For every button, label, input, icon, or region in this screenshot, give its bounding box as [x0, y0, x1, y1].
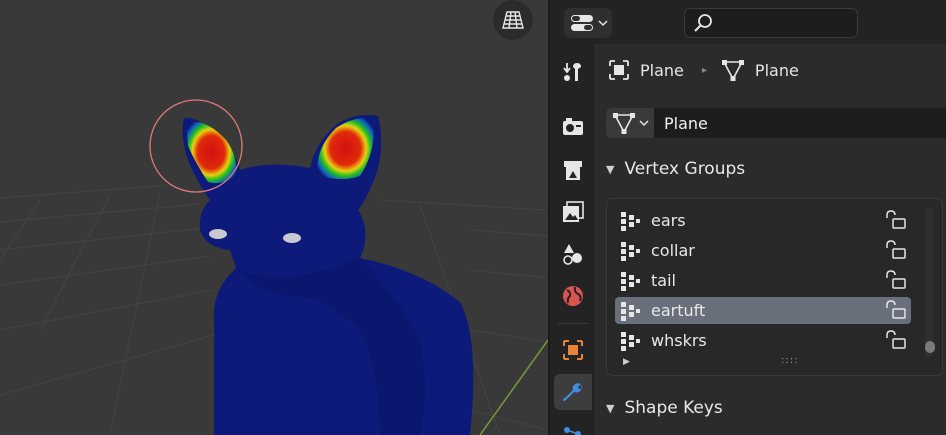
- collapse-triangle-icon: ▼: [606, 162, 615, 176]
- vertex-group-name: tail: [651, 271, 676, 290]
- lock-unlocked-icon[interactable]: [883, 270, 907, 290]
- properties-tabs: [550, 44, 594, 435]
- world-icon: [563, 286, 583, 306]
- render-icon: [563, 118, 583, 135]
- vertex-group-icon: [621, 241, 640, 261]
- vertex-group-name: whskrs: [651, 331, 707, 350]
- mesh-data-icon: [721, 60, 744, 81]
- breadcrumb: Plane ▸ Plane: [594, 44, 946, 96]
- vertex-group-icon: [621, 271, 640, 291]
- list-resize-grip[interactable]: ::::: [781, 355, 798, 366]
- properties-content: Plane ▸ Plane Plane ▼ Vertex Groups ears…: [594, 44, 946, 435]
- search-input[interactable]: [684, 8, 858, 38]
- object-icon: [563, 340, 583, 360]
- vertex-groups-list[interactable]: earscollartaileartuftwhskrs ▶ ::::: [606, 198, 943, 376]
- list-scrollbar-track[interactable]: [925, 207, 933, 357]
- tab-world[interactable]: [554, 278, 592, 314]
- properties-editor-icon: [571, 15, 593, 31]
- vertex-group-row[interactable]: whskrs: [615, 327, 911, 354]
- properties-editor: Plane ▸ Plane Plane ▼ Vertex Groups ears…: [548, 0, 946, 435]
- mesh-data-icon: [613, 113, 635, 134]
- list-filter-expand-icon[interactable]: ▶: [623, 357, 630, 367]
- wrench-icon: [563, 383, 582, 401]
- tab-object[interactable]: [554, 332, 592, 368]
- view-layer-icon: [563, 201, 584, 222]
- vertex-group-icon: [621, 301, 640, 321]
- cat-mesh[interactable]: [182, 114, 474, 435]
- particles-icon: [564, 427, 581, 435]
- tool-icon: [563, 63, 581, 81]
- grid-icon: [502, 11, 524, 29]
- collapse-triangle-icon: ▼: [606, 401, 615, 415]
- breadcrumb-separator-icon: ▸: [701, 64, 707, 76]
- tab-particles[interactable]: [554, 416, 592, 435]
- mesh-datablock-selector[interactable]: Plane: [606, 108, 946, 138]
- tab-scene[interactable]: [554, 236, 592, 272]
- tab-separator: [558, 323, 588, 324]
- lock-unlocked-icon[interactable]: [883, 210, 907, 230]
- lock-unlocked-icon[interactable]: [883, 300, 907, 320]
- tab-view-layer[interactable]: [554, 194, 592, 230]
- vertex-group-row[interactable]: collar: [615, 237, 911, 264]
- vertex-group-name: ears: [651, 211, 686, 230]
- scene-icon: [563, 244, 582, 265]
- vertex-group-icon: [621, 211, 640, 231]
- viewport-scene[interactable]: [0, 0, 548, 435]
- vertex-groups-panel-header[interactable]: ▼ Vertex Groups: [594, 152, 946, 186]
- properties-header: [550, 0, 946, 44]
- output-icon: [564, 161, 582, 180]
- mesh-name-field[interactable]: Plane: [654, 108, 946, 138]
- chevron-down-icon: [639, 120, 649, 127]
- breadcrumb-object-name: Plane: [640, 60, 684, 80]
- breadcrumb-mesh-name: Plane: [754, 60, 799, 80]
- lock-unlocked-icon[interactable]: [883, 240, 907, 260]
- search-icon: [694, 14, 712, 32]
- mesh-browse-button[interactable]: [606, 108, 654, 138]
- vertex-groups-title: Vertex Groups: [624, 159, 746, 179]
- toggle-ortho-grid-button[interactable]: [493, 0, 533, 40]
- breadcrumb-object: Plane: [608, 59, 684, 81]
- tab-tool[interactable]: [554, 54, 592, 90]
- object-icon: [609, 60, 629, 80]
- 3d-viewport[interactable]: [0, 0, 548, 435]
- lock-unlocked-icon[interactable]: [883, 330, 907, 350]
- editor-type-dropdown[interactable]: [564, 8, 612, 38]
- vertex-group-row[interactable]: tail: [615, 267, 911, 294]
- shape-keys-title: Shape Keys: [624, 398, 723, 418]
- tab-modifiers[interactable]: [554, 374, 592, 410]
- list-scrollbar-thumb[interactable]: [925, 341, 935, 353]
- vertex-group-row[interactable]: eartuft: [615, 297, 911, 324]
- breadcrumb-mesh: Plane: [721, 59, 799, 81]
- tab-output[interactable]: [554, 152, 592, 188]
- vertex-group-name: collar: [651, 241, 695, 260]
- tab-render[interactable]: [554, 108, 592, 144]
- y-axis-line: [479, 339, 548, 435]
- vertex-group-icon: [621, 331, 640, 351]
- vertex-group-row[interactable]: ears: [615, 207, 911, 234]
- vertex-group-name: eartuft: [651, 301, 706, 320]
- chevron-down-icon: [598, 20, 608, 27]
- shape-keys-panel-header[interactable]: ▼ Shape Keys: [594, 391, 946, 425]
